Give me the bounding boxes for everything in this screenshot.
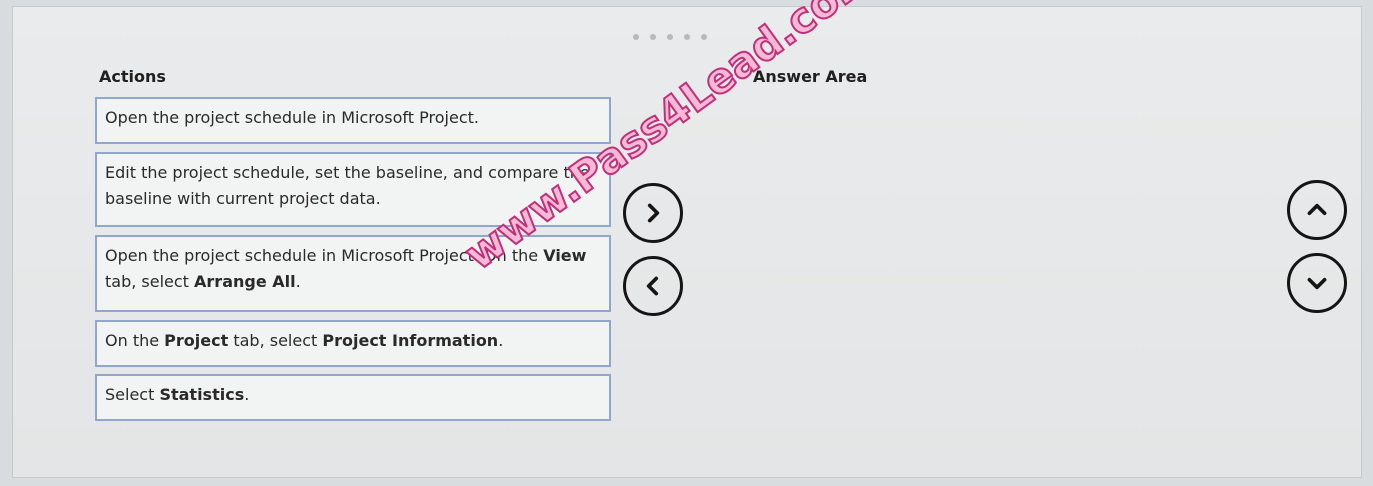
action-keyword: Statistics — [159, 385, 245, 404]
action-item[interactable]: Select Statistics. — [95, 374, 611, 421]
move-left-button[interactable] — [623, 256, 683, 316]
chevron-down-icon — [1307, 277, 1327, 290]
page-dot — [701, 34, 707, 40]
action-text: Select — [105, 385, 160, 404]
chevron-up-icon — [1307, 203, 1327, 216]
page-dot — [684, 34, 690, 40]
move-down-button[interactable] — [1287, 253, 1347, 313]
action-keyword: View — [543, 246, 587, 265]
action-text: On the — [105, 331, 165, 350]
action-item[interactable]: Open the project schedule in Microsoft P… — [95, 235, 611, 312]
action-text: Open the project schedule in Microsoft P… — [105, 108, 479, 127]
actions-heading: Actions — [99, 67, 166, 86]
page-dot — [667, 34, 673, 40]
action-text: tab, select — [105, 272, 195, 291]
chevron-right-icon — [647, 203, 660, 223]
action-text: tab, select — [228, 331, 323, 350]
page-dot — [633, 34, 639, 40]
page-dot — [650, 34, 656, 40]
chevron-left-icon — [646, 276, 659, 296]
action-item[interactable]: On the Project tab, select Project Infor… — [95, 320, 611, 367]
action-text: . — [498, 331, 504, 350]
action-keyword: Project — [164, 331, 229, 350]
move-up-button[interactable] — [1287, 180, 1347, 240]
action-text: . — [295, 272, 301, 291]
pagination-dots — [633, 34, 707, 40]
move-right-button[interactable] — [623, 183, 683, 243]
action-item[interactable]: Open the project schedule in Microsoft P… — [95, 97, 611, 144]
action-text: . — [244, 385, 250, 404]
action-keyword: Arrange All — [194, 272, 296, 291]
action-keyword: Project Information — [322, 331, 499, 350]
